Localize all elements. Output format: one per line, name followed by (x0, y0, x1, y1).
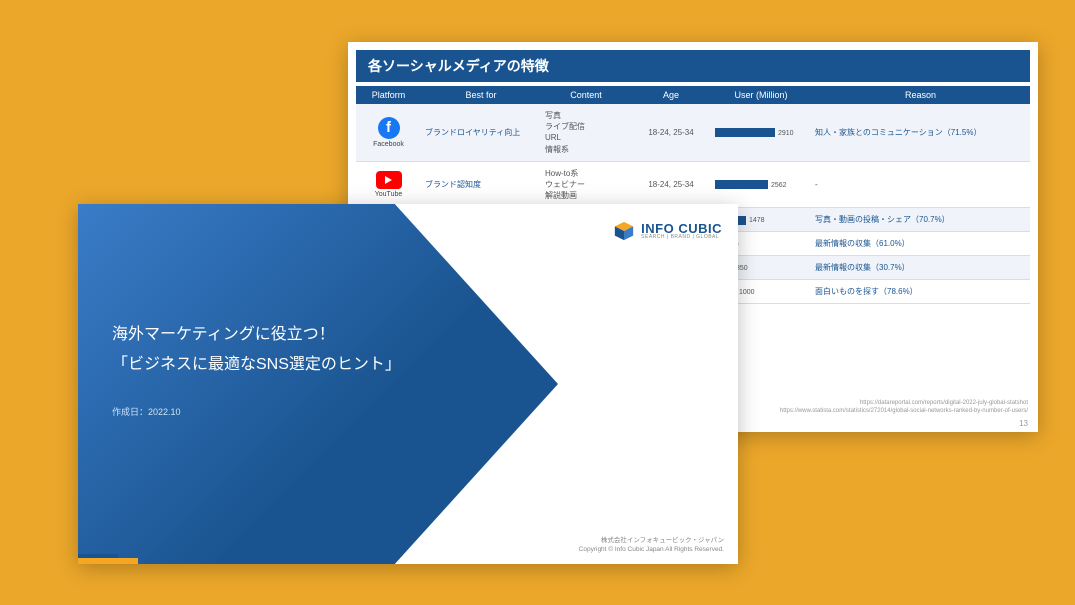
title-text-block: 海外マーケティングに役立つ！ 「ビジネスに最適なSNS選定のヒント」 作成日：2… (112, 320, 401, 418)
platform-label: YouTube (360, 191, 417, 198)
creation-date: 作成日：2022.10 (112, 405, 401, 418)
logo-subtext: SEARCH | BRAND | GLOBAL (641, 235, 722, 240)
cell-reason: 写真・動画の投稿・シェア（70.7%） (811, 208, 1030, 232)
th-user: User (Million) (711, 86, 811, 104)
th-bestfor: Best for (421, 86, 541, 104)
title-line-1: 海外マーケティングに役立つ！ (112, 320, 401, 350)
th-age: Age (631, 86, 711, 104)
user-bar (715, 128, 775, 137)
th-reason: Reason (811, 86, 1030, 104)
table-row: YouTube ブランド認知度 How-to系ウェビナー解説動画 18-24, … (356, 161, 1030, 208)
title-line-2: 「ビジネスに最適なSNS選定のヒント」 (112, 350, 401, 380)
cell-user: 2562 (711, 161, 811, 208)
infocubic-logo: INFO CUBIC SEARCH | BRAND | GLOBAL (613, 220, 722, 242)
cell-content: How-to系ウェビナー解説動画 (541, 161, 631, 208)
cell-reason: 面白いものを探す（78.6%） (811, 280, 1030, 304)
th-platform: Platform (356, 86, 421, 104)
cell-reason: 最新情報の収集（61.0%） (811, 232, 1030, 256)
accent-stripe (78, 558, 138, 564)
user-bar (715, 180, 768, 189)
cell-reason: - (811, 161, 1030, 208)
table-row: f Facebook ブランドロイヤリティ向上 写真ライブ配信URL情報系 18-… (356, 104, 1030, 161)
cell-age: 18-24, 25-34 (631, 161, 711, 208)
cell-content: 写真ライブ配信URL情報系 (541, 104, 631, 161)
cell-user: 2910 (711, 104, 811, 161)
cube-icon (613, 220, 635, 242)
cell-age: 18-24, 25-34 (631, 104, 711, 161)
sources-text: https://datareportal.com/reports/digital… (780, 400, 1028, 416)
copyright-block: 株式会社インフォキュービック・ジャパン Copyright © Info Cub… (579, 536, 724, 554)
youtube-icon (376, 171, 402, 189)
company-name: 株式会社インフォキュービック・ジャパン (579, 536, 724, 545)
th-content: Content (541, 86, 631, 104)
facebook-icon: f (378, 117, 400, 139)
slide-title: 海外マーケティングに役立つ！ 「ビジネスに最適なSNS選定のヒント」 作成日：2… (78, 204, 738, 564)
cell-reason: 最新情報の収集（30.7%） (811, 256, 1030, 280)
cell-bestfor: ブランド認知度 (421, 161, 541, 208)
page-number: 13 (1019, 419, 1028, 428)
cell-bestfor: ブランドロイヤリティ向上 (421, 104, 541, 161)
platform-label: Facebook (360, 141, 417, 148)
slide2-title: 各ソーシャルメディアの特徴 (356, 50, 1030, 82)
copyright-text: Copyright © Info Cubic Japan All Rights … (579, 545, 724, 554)
cell-reason: 知人・家族とのコミュニケーション（71.5%） (811, 104, 1030, 161)
